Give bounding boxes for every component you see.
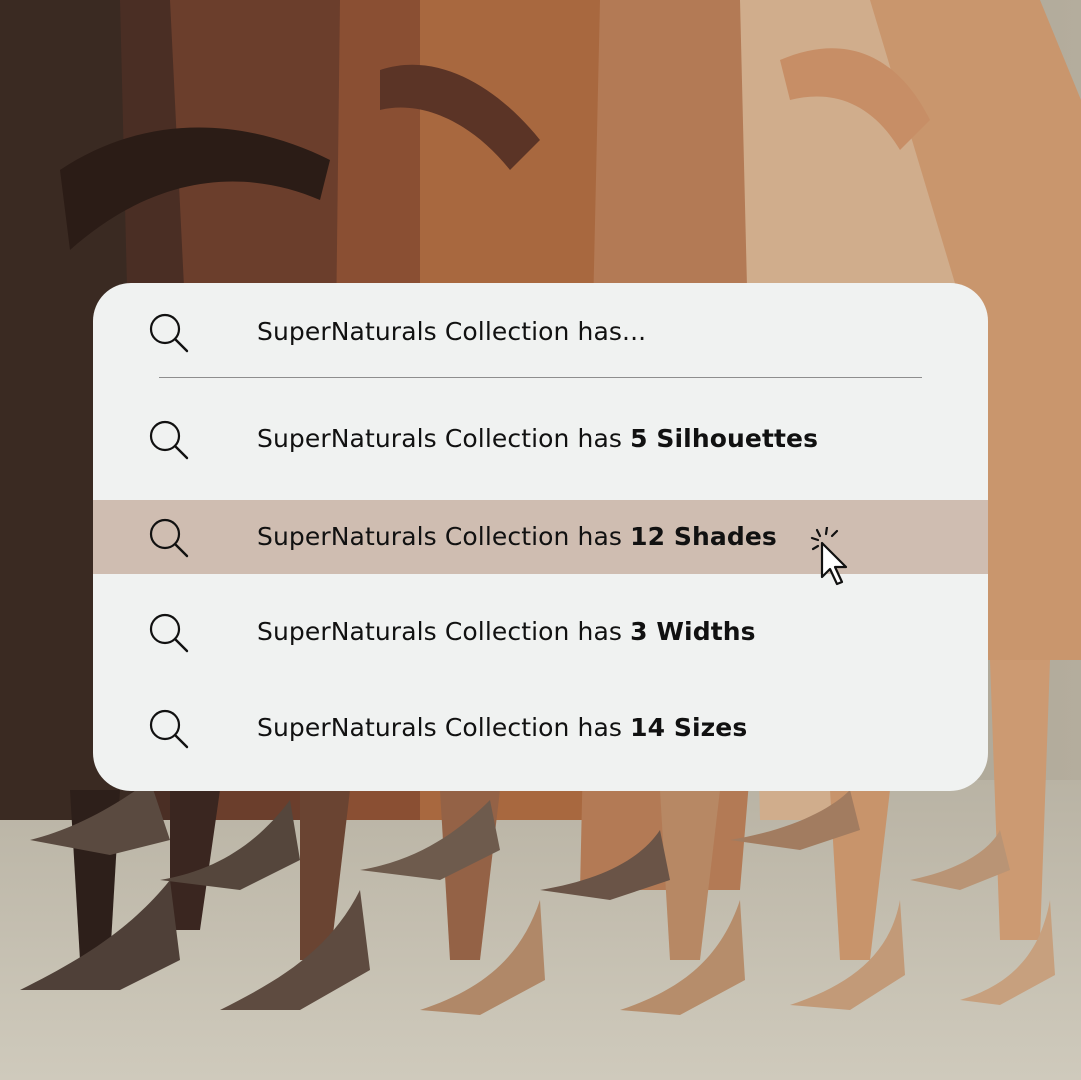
suggestion-text: SuperNaturals Collection has 12 Shades <box>257 522 777 551</box>
suggestion-item[interactable]: SuperNaturals Collection has 14 Sizes <box>93 691 988 765</box>
suggestion-text: SuperNaturals Collection has 5 Silhouett… <box>257 424 819 453</box>
search-icon <box>149 709 189 749</box>
search-icon <box>149 613 189 653</box>
search-input[interactable]: SuperNaturals Collection has... <box>93 295 988 369</box>
suggestion-text: SuperNaturals Collection has 3 Widths <box>257 617 756 646</box>
pointer-cursor-icon <box>810 527 848 586</box>
suggestion-item[interactable]: SuperNaturals Collection has 5 Silhouett… <box>93 402 988 476</box>
divider <box>159 377 922 378</box>
search-query-text: SuperNaturals Collection has... <box>257 317 647 346</box>
search-icon <box>149 518 189 558</box>
search-icon <box>149 420 189 460</box>
search-icon <box>149 313 189 353</box>
suggestion-item[interactable]: SuperNaturals Collection has 3 Widths <box>93 595 988 669</box>
suggestion-text: SuperNaturals Collection has 14 Sizes <box>257 713 748 742</box>
